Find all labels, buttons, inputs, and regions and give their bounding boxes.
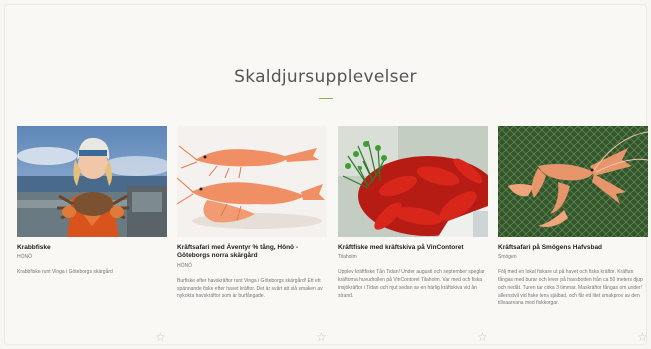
card-title[interactable]: Kräftsafari på Smögens Hafvsbad bbox=[498, 244, 648, 252]
card-description: Burfiske efter havskräftor runt Vinga i … bbox=[177, 277, 323, 300]
card-image-two-crayfish[interactable] bbox=[177, 126, 327, 237]
card-location: HÖNÖ bbox=[17, 254, 32, 261]
section-heading: Skaldjursupplevelser bbox=[234, 67, 417, 87]
heading-underline bbox=[319, 98, 333, 99]
card-image-red-crayfish-with-dill[interactable] bbox=[338, 126, 488, 237]
card-location: HÖNÖ bbox=[177, 262, 192, 269]
card-description: Följ med en lokal fiskare ut på havet oc… bbox=[498, 269, 643, 307]
star-icon[interactable]: ☆ bbox=[155, 331, 166, 343]
star-icon[interactable]: ☆ bbox=[637, 331, 648, 343]
card-description: Krabbfiske runt Vinga i Göteborgs skärgå… bbox=[17, 269, 113, 276]
star-icon[interactable]: ☆ bbox=[477, 331, 488, 343]
card-location: Tilaholm bbox=[338, 254, 357, 261]
experience-card-kraftsafari-hono[interactable]: Kräftsafari med Äventyr % tång, Hönö - G… bbox=[177, 126, 327, 346]
card-title[interactable]: Krabbfiske bbox=[17, 244, 167, 252]
experiences-section: Skaldjursupplevelser Krabbfiske HÖNÖ Kra… bbox=[4, 4, 648, 346]
card-location: Smögen bbox=[498, 254, 517, 261]
card-title[interactable]: Kräftfiske med kräftskiva på VinContoret bbox=[338, 244, 488, 252]
card-image-woman-holding-crab[interactable] bbox=[17, 126, 167, 237]
experience-card-krabbfiske[interactable]: Krabbfiske HÖNÖ Krabbfiske runt Vinga i … bbox=[17, 126, 167, 346]
star-icon[interactable]: ☆ bbox=[316, 331, 327, 343]
experience-card-kraftsafari-smogen[interactable]: Kräftsafari på Smögens Hafvsbad Smögen F… bbox=[498, 126, 648, 346]
experience-card-kraftfiske-vincontoret[interactable]: Kräftfiske med kräftskiva på VinContoret… bbox=[338, 126, 488, 346]
card-title[interactable]: Kräftsafari med Äventyr % tång, Hönö - G… bbox=[177, 244, 327, 261]
card-description: Upplev kräftfiske Tån Tidan! Under augus… bbox=[338, 269, 485, 299]
card-image-crayfish-on-net[interactable] bbox=[498, 126, 648, 237]
